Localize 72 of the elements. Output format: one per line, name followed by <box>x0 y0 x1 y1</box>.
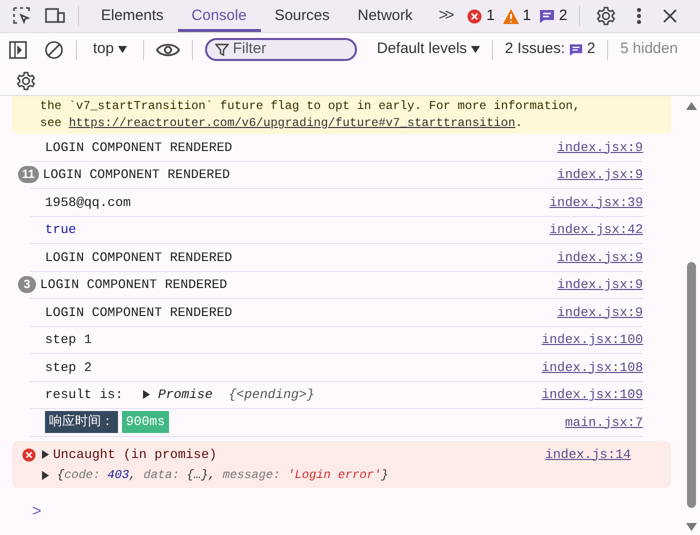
source-link[interactable]: index.jsx:9 <box>557 275 643 294</box>
message-icon <box>539 8 555 24</box>
docs-link[interactable]: https://reactrouter.com/v6/upgrading/future#v7_starttransition <box>68 116 516 130</box>
repeat-count-badge: 3 <box>18 276 36 294</box>
filter-input[interactable]: Filter <box>232 38 343 61</box>
repeat-count-badge: 11 <box>18 166 39 184</box>
scroll-thumb[interactable] <box>687 262 696 508</box>
console-prompt[interactable]: > <box>12 500 643 524</box>
log-message: LOGIN COMPONENT RENDERED <box>45 304 232 322</box>
close-icon[interactable] <box>662 8 678 24</box>
log-message: result is: <box>45 386 124 404</box>
styled-log-segment: 900ms <box>122 411 170 434</box>
log-message: LOGIN COMPONENT RENDERED <box>45 138 232 156</box>
source-link[interactable]: index.js:14 <box>545 444 631 464</box>
source-link[interactable]: index.jsx:100 <box>542 330 643 350</box>
more-options-icon[interactable] <box>636 7 642 25</box>
settings-icon[interactable] <box>16 70 36 90</box>
more-tabs-button[interactable]: >> <box>430 4 460 28</box>
source-link[interactable]: main.jsx:7 <box>564 412 643 432</box>
styled-log-segment: 响应时间： <box>45 411 118 434</box>
panel-tab[interactable]: Network <box>344 0 427 32</box>
log-message: LOGIN COMPONENT RENDERED <box>42 166 230 184</box>
log-message: LOGIN COMPONENT RENDERED <box>40 276 228 294</box>
settings-icon[interactable] <box>596 6 616 26</box>
expand-icon[interactable] <box>143 390 150 400</box>
log-message: 1958@qq.com <box>45 194 131 212</box>
scroll-down-icon[interactable] <box>686 523 697 531</box>
hidden-count: 5 hidden <box>620 39 678 60</box>
caret-icon <box>470 46 480 53</box>
device-icon[interactable] <box>44 6 66 26</box>
promise-state: {<pending>} <box>228 386 314 404</box>
message-count[interactable]: 2 <box>559 4 568 28</box>
error-icon <box>467 8 482 24</box>
source-link[interactable]: index.jsx:108 <box>542 358 643 377</box>
panel-tab[interactable]: Sources <box>260 0 344 32</box>
source-link[interactable]: index.jsx:109 <box>542 385 643 404</box>
source-link[interactable]: index.jsx:9 <box>557 302 643 322</box>
log-message: LOGIN COMPONENT RENDERED <box>45 248 232 266</box>
expand-icon[interactable] <box>42 450 49 459</box>
levels-dropdown[interactable]: Default levels <box>376 38 480 61</box>
eye-icon[interactable] <box>156 42 180 58</box>
warning-icon <box>502 8 519 24</box>
issues-count-badge[interactable]: 2 <box>568 38 596 61</box>
warning-text: . <box>515 116 522 130</box>
error-count[interactable]: 1 <box>486 4 495 28</box>
source-link[interactable]: index.jsx:9 <box>557 138 643 157</box>
log-message: step 1 <box>45 331 92 349</box>
source-link[interactable]: index.jsx:42 <box>549 220 643 240</box>
caret-icon <box>118 46 127 53</box>
warning-count[interactable]: 1 <box>522 4 531 28</box>
object-name: Promise <box>158 386 213 404</box>
clear-icon[interactable] <box>44 40 64 60</box>
error-object: {code: 403, data: {…}, message: 'Login error'} <box>57 467 388 484</box>
sidebar-toggle-icon[interactable] <box>8 40 28 60</box>
panel-tab[interactable]: Elements <box>87 0 178 32</box>
expand-icon[interactable] <box>42 470 49 480</box>
panel-tab[interactable]: Console <box>178 0 261 32</box>
filter-field[interactable]: Filter <box>204 38 357 61</box>
inspect-icon[interactable] <box>12 6 32 26</box>
issues-label[interactable]: 2 Issues: <box>504 38 565 61</box>
error-title: Uncaught (in promise) <box>53 446 217 464</box>
source-link[interactable]: index.jsx:39 <box>549 192 643 212</box>
source-link[interactable]: index.jsx:9 <box>557 248 643 267</box>
log-message: step 2 <box>45 358 92 376</box>
source-link[interactable]: index.jsx:9 <box>557 165 643 184</box>
scroll-up-icon[interactable] <box>686 102 697 110</box>
filter-icon <box>214 42 229 56</box>
context-dropdown[interactable]: top <box>89 38 131 61</box>
boolean-value: true <box>45 221 76 239</box>
error-icon <box>22 448 36 462</box>
warning-text: see <box>40 116 63 130</box>
warning-text: the `v7_startTransition` future flag to opt in early. For more information, <box>40 98 582 115</box>
